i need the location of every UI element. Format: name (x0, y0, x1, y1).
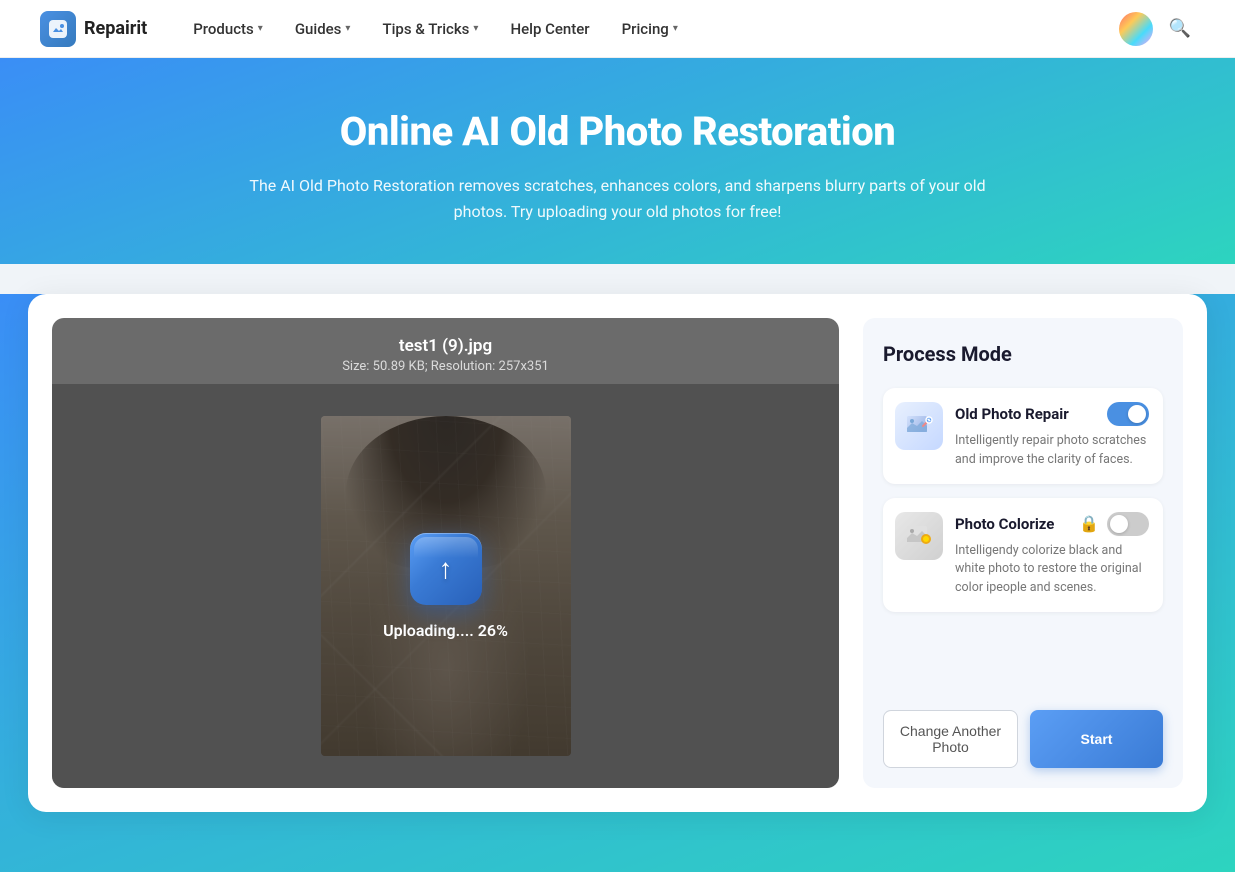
photo-meta: Size: 50.89 KB; Resolution: 257x351 (342, 359, 549, 374)
lock-icon: 🔒 (1079, 514, 1099, 533)
main-card: test1 (9).jpg Size: 50.89 KB; Resolution… (28, 294, 1207, 812)
upload-overlay: ↑ Uploading.... 26% (52, 384, 839, 788)
hero-section: Online AI Old Photo Restoration The AI O… (0, 58, 1235, 264)
photo-filename: test1 (9).jpg (342, 336, 549, 356)
logo-text: Repairit (84, 18, 147, 39)
repair-toggle[interactable] (1107, 402, 1149, 426)
nav-item-products[interactable]: Products ▾ (179, 12, 277, 46)
repair-mode-desc: Intelligently repair photo scratches and… (955, 432, 1149, 470)
repair-mode-name: Old Photo Repair (955, 405, 1069, 423)
chevron-down-icon: ▾ (345, 23, 350, 34)
repair-icon-wrap (895, 402, 943, 450)
hero-description: The AI Old Photo Restoration removes scr… (238, 173, 998, 224)
process-panel: Process Mode (863, 318, 1183, 788)
colorize-mode-name: Photo Colorize (955, 515, 1054, 533)
nav-item-guides[interactable]: Guides ▾ (281, 12, 365, 46)
nav-item-help-center[interactable]: Help Center (496, 12, 603, 46)
chevron-down-icon: ▾ (258, 23, 263, 34)
repair-mode-header: Old Photo Repair (955, 402, 1149, 426)
chevron-down-icon: ▾ (473, 23, 478, 34)
nav-items: Products ▾ Guides ▾ Tips & Tricks ▾ Help… (179, 12, 1118, 46)
page-title: Online AI Old Photo Restoration (20, 108, 1215, 155)
navbar: Repairit Products ▾ Guides ▾ Tips & Tric… (0, 0, 1235, 58)
chevron-down-icon: ▾ (673, 23, 678, 34)
upload-icon: ↑ (410, 533, 482, 605)
avatar[interactable] (1119, 12, 1153, 46)
photo-header: test1 (9).jpg Size: 50.89 KB; Resolution… (326, 318, 565, 384)
change-photo-button[interactable]: Change Another Photo (883, 710, 1018, 768)
colorize-mode-content: Photo Colorize 🔒 Intelligendy colorize b… (955, 512, 1149, 598)
mode-item-repair: Old Photo Repair Intelligently repair ph… (883, 388, 1163, 484)
mode-item-colorize: Photo Colorize 🔒 Intelligendy colorize b… (883, 498, 1163, 612)
panel-buttons: Change Another Photo Start (883, 690, 1163, 768)
search-icon[interactable]: 🔍 (1165, 14, 1195, 43)
photo-upload-area: test1 (9).jpg Size: 50.89 KB; Resolution… (52, 318, 839, 788)
logo[interactable]: Repairit (40, 11, 147, 47)
nav-item-pricing[interactable]: Pricing ▾ (608, 12, 692, 46)
toggle-knob (1110, 515, 1128, 533)
toggle-knob (1128, 405, 1146, 423)
logo-icon (40, 11, 76, 47)
process-mode-title: Process Mode (883, 342, 1163, 366)
photo-image-wrapper: ↑ Uploading.... 26% (52, 384, 839, 788)
nav-item-tips-tricks[interactable]: Tips & Tricks ▾ (368, 12, 492, 46)
colorize-icon-wrap (895, 512, 943, 560)
colorize-toggle[interactable] (1107, 512, 1149, 536)
upload-arrow-icon: ↑ (439, 552, 453, 585)
colorize-mode-desc: Intelligendy colorize black and white ph… (955, 542, 1149, 598)
start-button[interactable]: Start (1030, 710, 1163, 768)
colorize-mode-header: Photo Colorize 🔒 (955, 512, 1149, 536)
repair-mode-content: Old Photo Repair Intelligently repair ph… (955, 402, 1149, 470)
nav-right: 🔍 (1119, 12, 1195, 46)
upload-progress-text: Uploading.... 26% (383, 621, 508, 640)
